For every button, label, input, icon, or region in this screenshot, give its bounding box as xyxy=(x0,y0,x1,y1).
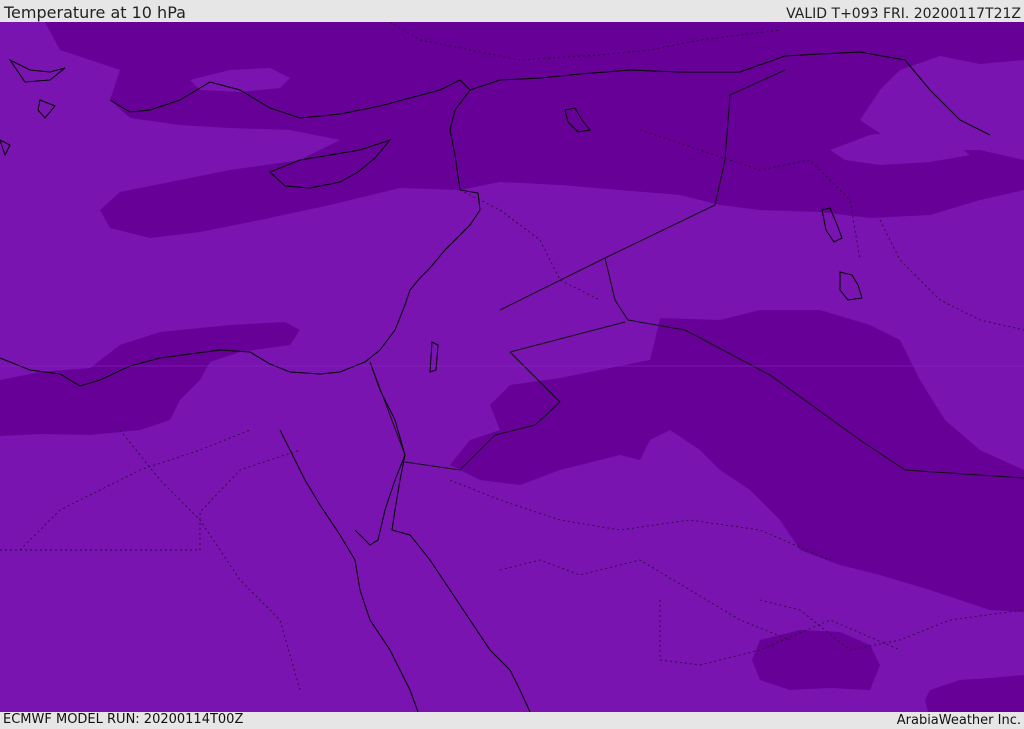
map-title: Temperature at 10 hPa xyxy=(4,3,186,22)
model-run-label: ECMWF MODEL RUN: 20200114T00Z xyxy=(3,712,244,727)
credit-label: ArabiaWeather Inc. xyxy=(896,713,1021,728)
valid-time: VALID T+093 FRI. 20200117T21Z xyxy=(786,6,1021,22)
footer-bar: ECMWF MODEL RUN: 20200114T00Z ArabiaWeat… xyxy=(0,712,1024,729)
map-panel xyxy=(0,22,1024,712)
header-bar: Temperature at 10 hPa VALID T+093 FRI. 2… xyxy=(0,0,1024,22)
temperature-map xyxy=(0,22,1024,712)
